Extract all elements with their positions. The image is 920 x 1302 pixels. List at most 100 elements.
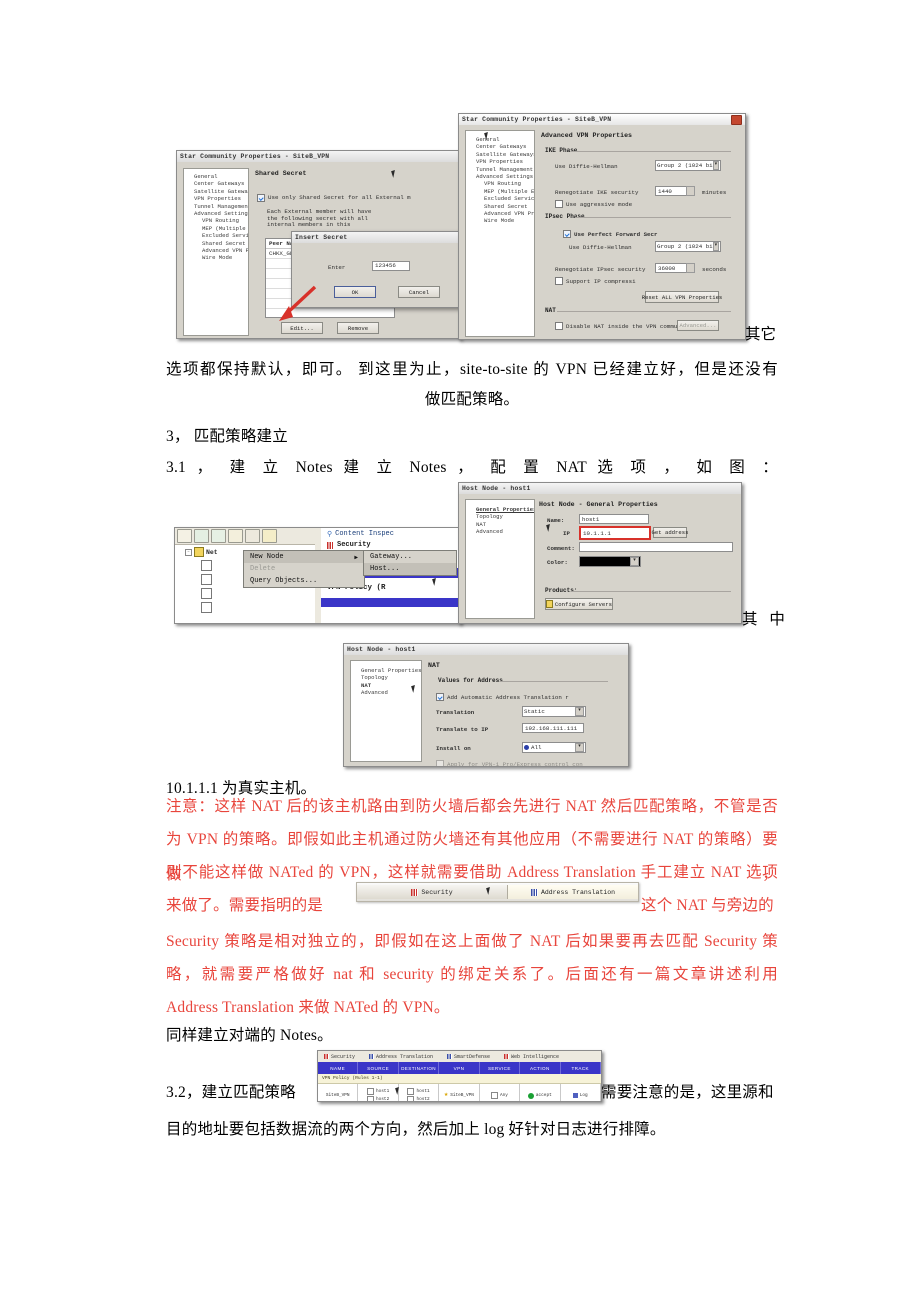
tree-checkbox[interactable] [201, 602, 212, 613]
table-row[interactable]: SiteB_VPN host1 host2 host1 host2 ★ Site… [318, 1084, 601, 1101]
settings-tree[interactable]: General Center Gateways Satellite Gatewa… [183, 168, 249, 336]
tree-item[interactable]: Advanced Settings [466, 173, 534, 180]
ip-input[interactable]: 10.1.1.1 [579, 526, 651, 540]
tree-item[interactable]: VPN Routing [466, 180, 534, 187]
install-on-select[interactable]: All ▾ [522, 742, 586, 753]
tree-item[interactable]: Wire Mode [466, 217, 534, 224]
tree-item-topology[interactable]: Topology [351, 674, 421, 681]
submenu-item-gateway[interactable]: Gateway... [364, 551, 456, 563]
ike-reneg-spinner[interactable] [686, 186, 695, 196]
tree-item[interactable]: VPN Properties [466, 158, 534, 165]
tree-item-general-properties[interactable]: General Properties [351, 667, 421, 674]
tab-smartdefense[interactable]: SmartDefense [447, 1054, 490, 1060]
lock-icon[interactable] [262, 529, 277, 543]
reset-all-vpn-properties-button[interactable]: Reset ALL VPN Properties [642, 291, 722, 303]
tree-item[interactable]: Wire Mode [184, 254, 248, 261]
tree-item[interactable]: Advanced Settings [184, 210, 248, 217]
color-select[interactable]: ▾ [579, 556, 641, 567]
chevron-down-icon[interactable]: ▾ [712, 161, 719, 170]
tree-item[interactable]: VPN Routing [184, 217, 248, 224]
tree-expander-icon[interactable]: − [185, 548, 192, 556]
tree-item[interactable]: Tunnel Management [466, 166, 534, 173]
auto-address-translation-checkbox[interactable] [436, 693, 444, 701]
tab-content-inspection[interactable]: Content Inspec [335, 530, 394, 538]
tree-item[interactable]: MEP (Multiple E [466, 188, 534, 195]
tab-security[interactable]: Security [337, 541, 371, 549]
tree-item[interactable]: Center Gateways [466, 143, 534, 150]
tab-address-translation[interactable]: Address Translation [369, 1054, 433, 1060]
tree-checkbox[interactable] [201, 588, 212, 599]
chevron-down-icon[interactable]: ▾ [575, 743, 584, 752]
edit-button[interactable]: Edit... [281, 322, 323, 334]
menu-item-new-node[interactable]: New Node ▶ [244, 551, 364, 563]
tree-item[interactable]: Shared Secret [466, 203, 534, 210]
tab-security[interactable]: Security [324, 1054, 355, 1060]
network-icon[interactable] [211, 529, 226, 543]
cancel-button[interactable]: Cancel [398, 286, 440, 298]
tree-item-topology[interactable]: Topology [466, 513, 534, 520]
aggressive-mode-checkbox[interactable] [555, 200, 563, 208]
nat-advanced-button[interactable]: Advanced... [677, 320, 719, 331]
use-shared-secret-checkbox[interactable] [257, 194, 265, 202]
cell-track: Log [561, 1084, 601, 1101]
tree-item[interactable]: MEP (Multiple E [184, 225, 248, 232]
name-input[interactable]: host1 [579, 514, 649, 524]
host-settings-tree[interactable]: General Properties Topology NAT Advanced [465, 499, 535, 619]
host-settings-tree[interactable]: General Properties Topology NAT Advanced [350, 660, 422, 762]
tree-item[interactable]: Advanced VPN Pr [184, 247, 248, 254]
tab-web-intelligence[interactable]: Web Intelligence [504, 1054, 559, 1060]
context-menu[interactable]: New Node ▶ Delete Query Objects... [243, 550, 365, 588]
ok-button[interactable]: OK [334, 286, 376, 298]
tree-item[interactable]: Satellite Gateways [466, 151, 534, 158]
tree-item-nat[interactable]: NAT [466, 521, 534, 528]
tree-item-nat[interactable]: NAT [351, 682, 421, 689]
chevron-down-icon[interactable]: ▾ [712, 242, 719, 251]
tree-item[interactable]: Excluded Servic [184, 232, 248, 239]
disable-nat-checkbox[interactable] [555, 322, 563, 330]
tree-item[interactable]: Excluded Servic [466, 195, 534, 202]
tree-item-general-properties[interactable]: General Properties [466, 506, 534, 513]
tree-item-advanced[interactable]: Advanced [351, 689, 421, 696]
translation-select[interactable]: Static ▾ [522, 706, 586, 717]
comment-input[interactable] [579, 542, 733, 552]
host-icon[interactable] [228, 529, 243, 543]
context-submenu[interactable]: Gateway... Host... [363, 550, 457, 576]
add-node-icon[interactable] [177, 529, 192, 543]
paragraph: 需要注意的是，这里源和 [601, 1084, 774, 1101]
ipsec-reneg-input[interactable]: 36000 [655, 263, 687, 273]
menu-item-query-objects[interactable]: Query Objects... [244, 575, 364, 587]
close-icon[interactable] [731, 114, 742, 125]
chevron-down-icon[interactable]: ▾ [575, 707, 584, 716]
tree-item[interactable]: Tunnel Management [184, 203, 248, 210]
tree-item[interactable]: General [466, 136, 534, 143]
ike-phase-divider [571, 151, 731, 152]
submenu-item-host[interactable]: Host... [364, 563, 456, 575]
remove-button[interactable]: Remove [337, 322, 379, 334]
ike-dh-select[interactable]: Group 2 (1024 bi ▾ [655, 160, 721, 171]
settings-tree[interactable]: General Center Gateways Satellite Gatewa… [465, 130, 535, 337]
translate-to-ip-input[interactable]: 192.168.111.111 [522, 723, 584, 733]
chevron-down-icon[interactable]: ▾ [630, 557, 639, 566]
tree-item[interactable]: Satellite Gateways [184, 188, 248, 195]
get-address-button[interactable]: Get address [652, 527, 688, 538]
configure-servers-button[interactable]: Configure Servers [545, 598, 613, 610]
pfs-checkbox[interactable] [563, 230, 571, 238]
object-toolbar[interactable] [177, 529, 278, 543]
ike-reneg-input[interactable]: 1440 [655, 186, 687, 196]
tree-checkbox[interactable] [201, 574, 212, 585]
ipsec-reneg-spinner[interactable] [686, 263, 695, 273]
cell-service: Any [480, 1084, 521, 1101]
user-icon[interactable] [245, 529, 260, 543]
tree-item[interactable]: Advanced VPN Pr [466, 210, 534, 217]
secret-input[interactable]: 123456 [372, 261, 410, 271]
gateway-icon[interactable] [194, 529, 209, 543]
tree-item-advanced[interactable]: Advanced [466, 528, 534, 535]
tree-item[interactable]: VPN Properties [184, 195, 248, 202]
tree-item[interactable]: Shared Secret [184, 240, 248, 247]
tree-item[interactable]: Center Gateways [184, 180, 248, 187]
ipsec-dh-select[interactable]: Group 2 (1024 bi ▾ [655, 241, 721, 252]
ip-compression-checkbox[interactable] [555, 277, 563, 285]
products-divider [571, 591, 731, 592]
tree-item[interactable]: General [184, 173, 248, 180]
tree-checkbox[interactable] [201, 560, 212, 571]
